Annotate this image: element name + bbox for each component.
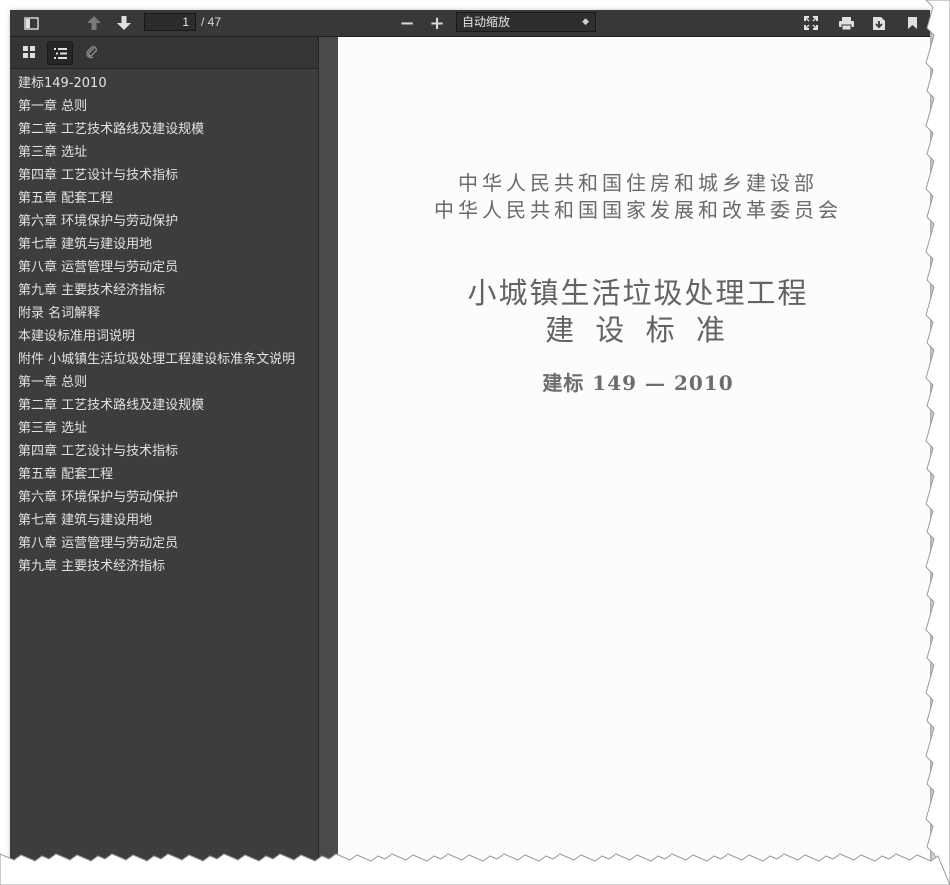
- print-icon: [838, 16, 854, 30]
- outline-item[interactable]: 第七章 建筑与建设用地: [10, 233, 318, 256]
- pdf-page: 中华人民共和国住房和城乡建设部 中华人民共和国国家发展和改革委员会 小城镇生活垃…: [338, 37, 930, 865]
- outline-tab[interactable]: [47, 41, 73, 65]
- fullscreen-icon: [804, 16, 818, 30]
- sidebar-tabs: [10, 37, 318, 69]
- standard-code: 建标 149 — 2010: [542, 371, 734, 395]
- document-viewer[interactable]: 中华人民共和国住房和城乡建设部 中华人民共和国国家发展和改革委员会 小城镇生活垃…: [319, 37, 930, 865]
- thumbnails-icon: [23, 46, 35, 58]
- outline-item[interactable]: 附件 小城镇生活垃圾处理工程建设标准条文说明: [10, 348, 318, 371]
- issuing-department-2: 中华人民共和国国家发展和改革委员会: [434, 198, 842, 222]
- outline-item[interactable]: 第三章 选址: [10, 417, 318, 440]
- download-icon: [873, 16, 885, 30]
- outline-item[interactable]: 第四章 工艺设计与技术指标: [10, 440, 318, 463]
- pdf-viewer-window: 1 / 47 − + 自动缩放 ◆ 建标149-2010 第一章 总则 第二章 …: [10, 10, 930, 865]
- attachments-icon: [86, 46, 97, 59]
- page-number-input[interactable]: 1: [144, 13, 196, 31]
- zoom-select-value: 自动缩放: [462, 15, 511, 29]
- outline-item[interactable]: 第六章 环境保护与劳动保护: [10, 210, 318, 233]
- document-title-line-2: 建 设 标 准: [545, 313, 731, 347]
- bookmark-icon: [907, 17, 917, 29]
- arrow-down-icon: [117, 16, 131, 30]
- outline-item[interactable]: 第五章 配套工程: [10, 187, 318, 210]
- outline-item[interactable]: 第七章 建筑与建设用地: [10, 509, 318, 532]
- attachments-tab[interactable]: [80, 41, 104, 63]
- document-title-line-1: 小城镇生活垃圾处理工程: [467, 276, 809, 310]
- outline-item[interactable]: 本建设标准用词说明: [10, 325, 318, 348]
- outline-item[interactable]: 第九章 主要技术经济指标: [10, 555, 318, 578]
- outline-list: 建标149-2010 第一章 总则 第二章 工艺技术路线及建设规模 第三章 选址 第四章…: [10, 72, 318, 578]
- outline-item[interactable]: 第二章 工艺技术路线及建设规模: [10, 118, 318, 141]
- zoom-in-button[interactable]: +: [426, 12, 448, 34]
- bookmark-button[interactable]: [902, 12, 922, 34]
- sidebar-toggle-icon: [23, 16, 39, 30]
- select-caret-icon: ◆: [582, 17, 589, 27]
- outline-icon: [53, 47, 67, 59]
- outline-item[interactable]: 第八章 运营管理与劳动定员: [10, 256, 318, 279]
- fullscreen-button[interactable]: [800, 12, 822, 34]
- zoom-out-button[interactable]: −: [396, 12, 418, 34]
- publication-footer: 2011 北 京: [338, 855, 930, 865]
- page-count: / 47: [201, 15, 222, 29]
- previous-page-button[interactable]: [83, 12, 105, 34]
- next-page-button[interactable]: [113, 12, 135, 34]
- outline-item[interactable]: 第二章 工艺技术路线及建设规模: [10, 394, 318, 417]
- toolbar: 1 / 47 − + 自动缩放 ◆: [10, 10, 930, 37]
- download-button[interactable]: [868, 12, 890, 34]
- print-button[interactable]: [834, 12, 858, 34]
- outline-item[interactable]: 附录 名词解释: [10, 302, 318, 325]
- outline-item[interactable]: 第一章 总则: [10, 371, 318, 394]
- thumbnails-tab[interactable]: [17, 41, 41, 63]
- issuing-department-1: 中华人民共和国住房和城乡建设部: [458, 171, 818, 195]
- outline-item[interactable]: 第六章 环境保护与劳动保护: [10, 486, 318, 509]
- outline-item[interactable]: 第一章 总则: [10, 95, 318, 118]
- outline-item[interactable]: 第五章 配套工程: [10, 463, 318, 486]
- outline-item[interactable]: 建标149-2010: [10, 72, 318, 95]
- sidebar-toggle-button[interactable]: [20, 12, 42, 34]
- outline-item[interactable]: 第三章 选址: [10, 141, 318, 164]
- sidebar: 建标149-2010 第一章 总则 第二章 工艺技术路线及建设规模 第三章 选址 第四章…: [10, 37, 319, 865]
- arrow-up-icon: [87, 16, 101, 30]
- outline-item[interactable]: 第四章 工艺设计与技术指标: [10, 164, 318, 187]
- outline-item[interactable]: 第九章 主要技术经济指标: [10, 279, 318, 302]
- zoom-select[interactable]: 自动缩放 ◆: [456, 12, 596, 32]
- outline-item[interactable]: 第八章 运营管理与劳动定员: [10, 532, 318, 555]
